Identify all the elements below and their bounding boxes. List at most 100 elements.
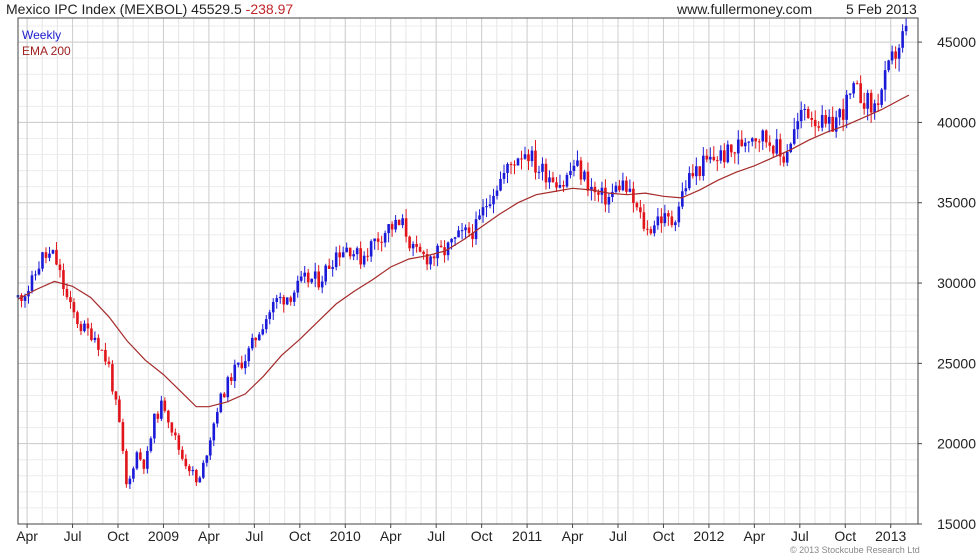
candle-body (418, 246, 422, 252)
candle-body (184, 458, 188, 467)
candle-body (667, 213, 670, 217)
candle-body (383, 233, 387, 243)
candle-body (887, 60, 890, 71)
candle-body (118, 399, 121, 423)
candle-body (866, 92, 869, 109)
y-tick-label: 40000 (937, 114, 976, 130)
candle-body (380, 241, 383, 243)
candle-body (513, 164, 516, 166)
candle-body (222, 393, 226, 398)
x-tick-label: Jul (245, 528, 263, 544)
candle-body (782, 156, 786, 163)
candle-body (44, 252, 48, 258)
candle-body (541, 163, 544, 172)
candle-body (544, 163, 548, 183)
candle-body (163, 400, 167, 411)
candle-body (719, 150, 723, 161)
candle-body (254, 337, 258, 341)
candle-body (408, 236, 411, 249)
candle-body (586, 171, 590, 191)
candle-body (69, 297, 72, 303)
candle-body (820, 115, 824, 128)
candle-body (51, 249, 55, 254)
candle-body (827, 116, 831, 124)
candle-body (628, 188, 632, 192)
candle-body (684, 188, 688, 192)
candle-body (855, 83, 859, 85)
x-tick-label: 2013 (875, 528, 906, 544)
candle-body (894, 51, 897, 59)
x-tick-label: Apr (380, 528, 402, 544)
candle-body (709, 156, 712, 160)
candle-body (653, 225, 656, 234)
candle-body (348, 247, 352, 257)
candle-body (726, 144, 730, 163)
candle-body (768, 142, 772, 146)
x-tick-label: Oct (471, 528, 493, 544)
candle-body (757, 141, 761, 143)
candle-body (688, 173, 691, 189)
candle-body (579, 160, 583, 180)
candle-body (506, 164, 509, 173)
candle-body (716, 160, 719, 162)
candle-body (299, 276, 303, 281)
candle-body (387, 224, 390, 234)
candle-body (167, 410, 170, 423)
x-tick-label: Apr (743, 528, 765, 544)
candle-body (111, 364, 114, 392)
candle-body (233, 364, 237, 381)
candle-body (729, 144, 733, 153)
candle-body (460, 230, 464, 232)
candle-body (551, 177, 555, 183)
candle-body (845, 94, 848, 120)
candle-body (41, 252, 44, 269)
candle-body (156, 413, 160, 419)
x-tick-label: Apr (16, 528, 38, 544)
candle-body (153, 413, 156, 439)
candle-body (236, 362, 240, 365)
candle-body (146, 450, 149, 469)
candle-body (142, 459, 146, 469)
candle-body (209, 440, 212, 456)
candle-body (355, 248, 359, 255)
candle-body (516, 158, 520, 166)
candle-body (747, 141, 751, 143)
x-tick-label: Jul (791, 528, 809, 544)
y-tick-label: 20000 (937, 436, 976, 452)
candle-body (803, 108, 807, 110)
candle-body (681, 191, 684, 207)
candle-body (632, 188, 635, 204)
candle-body (58, 264, 62, 271)
candle-body (488, 204, 492, 207)
candle-body (464, 227, 467, 231)
candle-body (467, 227, 471, 233)
candle-body (188, 466, 191, 472)
legend-weekly: Weekly (22, 28, 62, 42)
candle-body (618, 185, 621, 191)
candle-body (537, 171, 541, 173)
candle-body (841, 109, 845, 120)
chart-date: 5 Feb 2013 (846, 1, 917, 17)
candle-body (562, 185, 565, 187)
candle-body (429, 256, 432, 265)
candle-body (432, 256, 436, 259)
x-tick-label: Oct (289, 528, 311, 544)
y-tick-label: 30000 (937, 275, 976, 291)
candle-body (404, 218, 408, 237)
candle-body (614, 185, 618, 192)
candle-body (359, 248, 362, 265)
candle-body (502, 172, 506, 179)
candle-body (282, 296, 286, 305)
candle-body (642, 212, 646, 229)
candle-body (132, 468, 135, 479)
candle-body (411, 243, 415, 249)
candle-body (656, 216, 660, 226)
candle-body (397, 219, 401, 226)
candle-body (261, 329, 265, 335)
candle-body (869, 92, 873, 113)
candle-body (722, 150, 726, 163)
candle-body (240, 362, 244, 369)
candle-body (86, 323, 90, 329)
candle-body (824, 115, 827, 124)
candle-body (799, 109, 803, 122)
